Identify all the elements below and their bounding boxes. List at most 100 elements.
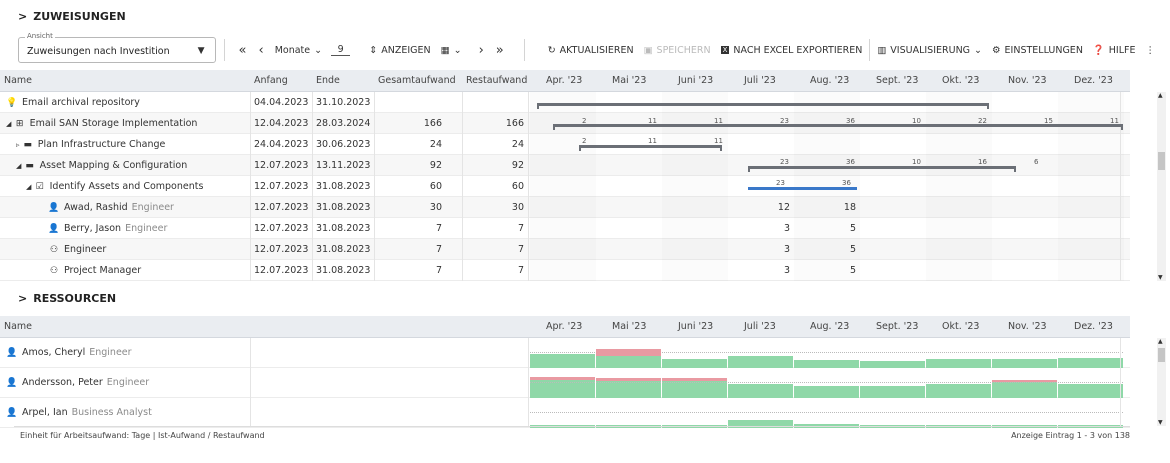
col-total[interactable]: Gesamtaufwand (378, 75, 456, 86)
view-select-value: Zuweisungen nach Investition (27, 46, 170, 57)
resources-scrollbar[interactable]: ▲ ▼ (1157, 338, 1166, 426)
resources-section-toggle[interactable]: > RESSOURCEN (18, 292, 116, 305)
expand-toggle-icon[interactable]: ◢ (6, 120, 14, 128)
month-value-cell: 18 (843, 202, 856, 213)
assignments-scrollbar[interactable]: ▲ ▼ (1157, 92, 1166, 281)
expand-toggle-icon[interactable]: ◢ (26, 183, 34, 191)
person-icon: 👤 (6, 378, 18, 388)
person-icon: 👤 (48, 203, 60, 213)
gantt-bar[interactable] (579, 145, 722, 148)
scroll-down-icon[interactable]: ▼ (1158, 419, 1163, 426)
settings-button[interactable]: ⚙ EINSTELLUNGEN (987, 45, 1088, 56)
gantt-bar[interactable] (537, 103, 989, 106)
bar-value: 16 (978, 158, 987, 166)
month-header: Sept. '23 (876, 75, 919, 86)
capacity-bar (728, 356, 793, 368)
month-column-shade (662, 218, 728, 239)
capacity-bar (596, 356, 661, 368)
months-input[interactable]: 9 (331, 44, 351, 56)
assignments-scroll-thumb[interactable] (1158, 152, 1165, 170)
column-divider (250, 338, 251, 426)
folder-icon: ▬ (23, 140, 32, 150)
bar-value: 23 (780, 117, 789, 125)
gantt-bar[interactable] (553, 124, 1123, 127)
gantt-bar[interactable] (748, 166, 1016, 169)
table-row[interactable]: 👤 Awad, Rashid Engineer 12.07.2023 31.08.202… (0, 197, 1130, 218)
refresh-button[interactable]: ↻ AKTUALISIEREN (543, 45, 639, 56)
chevron-down-icon: ⌄ (453, 44, 462, 56)
table-row[interactable]: ⚇ Project Manager 12.07.2023 31.08.2023 7 7 (0, 260, 1130, 281)
visualize-button[interactable]: ▥ VISUALISIERUNG ⌄ (872, 45, 987, 56)
capacity-line (662, 412, 727, 413)
capacity-line (926, 382, 991, 383)
overallocation-bar (662, 378, 727, 381)
col-resource-name[interactable]: Name (4, 321, 32, 332)
toolbar: Ansicht Zuweisungen nach Investition ▼ «… (14, 32, 1160, 66)
row-name: Plan Infrastructure Change (37, 139, 166, 150)
export-excel-button[interactable]: X NACH EXCEL EXPORTIEREN (716, 45, 868, 56)
double-right-arrow-icon[interactable]: » (490, 43, 510, 58)
bar-value: 6 (1034, 158, 1039, 166)
month-header: Apr. '23 (546, 321, 583, 332)
grid-footer: Einheit für Arbeitsaufwand: Tage | Ist-A… (14, 426, 1130, 442)
row-role: Engineer (125, 223, 168, 234)
months-select[interactable]: Monate ⌄ (270, 45, 327, 56)
excel-icon: X (720, 46, 730, 54)
row-name-cell: 👤 Berry, Jason Engineer (48, 223, 167, 234)
bar-end-cap (537, 103, 539, 109)
row-name-cell: ▹ ▬ Plan Infrastructure Change (16, 139, 165, 150)
month-value-cell: 5 (849, 223, 856, 234)
month-header: Dez. '23 (1074, 321, 1113, 332)
row-total: 166 (423, 118, 442, 129)
capacity-line (926, 412, 991, 413)
refresh-label: AKTUALISIEREN (559, 44, 634, 56)
col-start[interactable]: Anfang (254, 75, 288, 86)
footer-unit-note: Einheit für Arbeitsaufwand: Tage | Ist-A… (20, 431, 265, 440)
capacity-line (992, 412, 1057, 413)
show-button[interactable]: ⇕ ANZEIGEN (364, 45, 435, 56)
scroll-up-icon[interactable]: ▲ (1158, 92, 1163, 99)
calendar-button[interactable]: ▦ ⌄ (436, 45, 467, 56)
col-end[interactable]: Ende (316, 75, 340, 86)
month-column-shade (926, 218, 992, 239)
month-column-shade (926, 197, 992, 218)
scroll-down-icon[interactable]: ▼ (1158, 274, 1163, 281)
table-row[interactable]: ▹ ▬ Plan Infrastructure Change 24.04.2023 3… (0, 134, 1130, 155)
capacity-line (794, 352, 859, 353)
gantt-bar-blue[interactable] (748, 187, 857, 190)
left-arrow-icon[interactable]: ‹ (253, 43, 270, 58)
resources-scroll-thumb[interactable] (1158, 348, 1165, 362)
scroll-up-icon[interactable]: ▲ (1158, 338, 1163, 345)
resource-row[interactable]: 👤 Andersson, Peter Engineer (0, 368, 1130, 398)
table-row[interactable]: 👤 Berry, Jason Engineer 12.07.2023 31.08.202… (0, 218, 1130, 239)
overallocation-bar (530, 377, 595, 380)
resource-row[interactable]: 👤 Arpel, Ian Business Analyst (0, 398, 1130, 428)
save-button[interactable]: ▣ SPEICHERN (639, 45, 716, 56)
assignments-section-toggle[interactable]: > ZUWEISUNGEN (18, 10, 126, 23)
resource-row[interactable]: 👤 Amos, Cheryl Engineer (0, 338, 1130, 368)
view-select[interactable]: Ansicht Zuweisungen nach Investition ▼ (18, 32, 216, 63)
row-end: 30.06.2023 (316, 139, 371, 150)
table-row[interactable]: ⚇ Engineer 12.07.2023 31.08.2023 7 7 (0, 239, 1130, 260)
capacity-bar (596, 381, 661, 398)
more-options-icon[interactable]: ⋮ (1140, 45, 1160, 56)
bar-value: 11 (714, 137, 723, 145)
row-remaining: 7 (517, 265, 524, 276)
row-start: 12.07.2023 (254, 244, 309, 255)
folder-icon: ▬ (25, 161, 34, 171)
bar-value: 15 (1044, 117, 1053, 125)
col-name[interactable]: Name (4, 75, 32, 86)
capacity-bar (1058, 384, 1123, 398)
col-remaining[interactable]: Restaufwand (466, 75, 527, 86)
resource-role: Business Analyst (71, 407, 152, 418)
table-row[interactable]: ◢ ☑ Identify Assets and Components 12.07.2… (0, 176, 1130, 197)
assignments-grid-header: Name Anfang Ende Gesamtaufwand Restaufwa… (0, 70, 1130, 92)
bar-end-cap (1121, 124, 1123, 130)
capacity-line (530, 412, 595, 413)
double-left-arrow-icon[interactable]: « (233, 43, 253, 58)
help-button[interactable]: ❓ HILFE (1088, 45, 1141, 56)
expand-toggle-icon[interactable]: ◢ (16, 162, 24, 170)
row-remaining: 92 (511, 160, 524, 171)
right-arrow-icon[interactable]: › (473, 43, 490, 58)
month-value-cell: 3 (783, 223, 790, 234)
